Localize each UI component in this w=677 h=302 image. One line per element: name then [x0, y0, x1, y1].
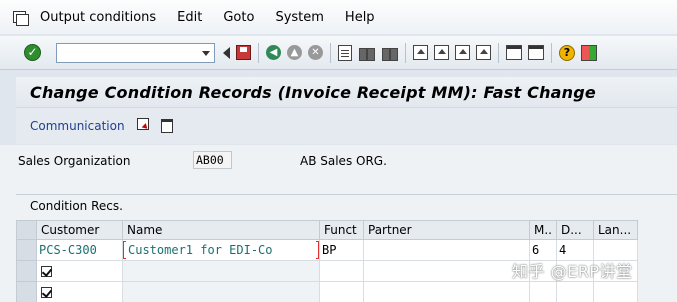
toolbar-separator	[405, 42, 406, 63]
back-icon[interactable]: ◀	[266, 45, 281, 60]
language-cell[interactable]	[593, 281, 638, 302]
watermark: 知乎 @ERP讲堂	[512, 262, 633, 281]
name-cell	[122, 281, 320, 302]
print-icon[interactable]	[338, 44, 352, 61]
row-selector[interactable]	[16, 260, 37, 282]
select-detail-icon[interactable]	[136, 118, 153, 134]
partner-cell[interactable]	[363, 260, 530, 282]
customer-cell[interactable]	[36, 281, 123, 302]
find-icon[interactable]	[358, 46, 375, 61]
menu-edit[interactable]: Edit	[177, 10, 202, 25]
first-page-icon[interactable]	[413, 45, 428, 60]
menu-goto[interactable]: Goto	[223, 10, 254, 25]
find-next-icon[interactable]	[381, 46, 398, 61]
standard-toolbar: ✓ ◀ ▲ ✕ ?	[0, 36, 677, 70]
page-title: Change Condition Records (Invoice Receip…	[30, 82, 596, 102]
funct-cell[interactable]	[319, 281, 364, 302]
select-all-cell[interactable]	[16, 220, 37, 240]
back-arrow-icon[interactable]	[223, 46, 230, 59]
column-header-name[interactable]: Name	[122, 220, 320, 240]
menu-help[interactable]: Help	[345, 10, 375, 25]
sales-org-label: Sales Organization	[18, 154, 131, 168]
system-menu-icon[interactable]	[13, 10, 29, 26]
menu-system[interactable]: System	[275, 10, 323, 25]
layout-icon[interactable]	[581, 44, 597, 61]
checkbox-icon	[41, 287, 52, 298]
name-cell	[122, 260, 320, 282]
trash-icon[interactable]	[160, 119, 173, 133]
help-icon[interactable]: ?	[559, 44, 575, 61]
column-header-funct[interactable]: Funct	[319, 220, 364, 240]
previous-page-icon[interactable]	[434, 45, 449, 60]
sales-org-description: AB Sales ORG.	[300, 154, 387, 168]
save-icon[interactable]	[236, 45, 251, 60]
focus-bracket-left	[123, 241, 126, 259]
customer-cell[interactable]	[36, 260, 123, 282]
column-header-dispatch[interactable]: D...	[556, 220, 594, 240]
application-toolbar: Communication	[16, 107, 677, 144]
column-header-language[interactable]: Lan...	[593, 220, 638, 240]
toolbar-separator	[330, 42, 331, 63]
funct-cell[interactable]: BP	[319, 239, 364, 261]
partner-cell[interactable]	[363, 239, 530, 261]
cancel-icon[interactable]: ✕	[308, 45, 323, 60]
sales-org-field: AB00	[193, 151, 232, 169]
communication-button[interactable]: Communication	[30, 119, 125, 133]
table-row	[16, 281, 638, 302]
last-page-icon[interactable]	[476, 45, 491, 60]
menu-bar: Output conditions Edit Goto System Help	[0, 0, 677, 34]
column-header-partner[interactable]: Partner	[363, 220, 530, 240]
enter-icon[interactable]: ✓	[24, 44, 41, 61]
menu-output-conditions[interactable]: Output conditions	[40, 10, 156, 25]
row-selector[interactable]	[16, 239, 37, 261]
checkbox-icon	[41, 266, 52, 277]
condition-records-panel: Condition Recs. Customer Name Funct Part…	[16, 194, 677, 302]
command-field[interactable]	[56, 42, 215, 63]
medium-cell[interactable]	[529, 281, 557, 302]
condition-records-title: Condition Recs.	[30, 199, 123, 213]
toolbar-separator	[498, 42, 499, 63]
column-header-customer[interactable]: Customer	[36, 220, 123, 240]
exit-icon[interactable]: ▲	[287, 45, 302, 60]
title-bar: Change Condition Records (Invoice Receip…	[16, 77, 677, 107]
next-page-icon[interactable]	[455, 45, 470, 60]
table-header-row: Customer Name Funct Partner M.. D... Lan…	[16, 220, 638, 240]
toolbar-separator	[258, 42, 259, 63]
chevron-down-icon[interactable]	[202, 50, 210, 56]
name-cell[interactable]: Customer1 for EDI-Co	[122, 239, 320, 261]
column-header-medium[interactable]: M..	[529, 220, 557, 240]
create-session-icon[interactable]	[506, 45, 522, 60]
partner-cell[interactable]	[363, 281, 530, 302]
dispatch-cell[interactable]	[556, 281, 594, 302]
funct-cell[interactable]	[319, 260, 364, 282]
focus-bracket-right	[316, 241, 319, 259]
name-cell-text: Customer1 for EDI-Co	[128, 243, 273, 257]
shortcut-icon[interactable]	[528, 45, 544, 60]
customer-cell[interactable]: PCS-C300	[36, 239, 123, 261]
row-selector[interactable]	[16, 281, 37, 302]
toolbar-separator	[551, 42, 552, 63]
